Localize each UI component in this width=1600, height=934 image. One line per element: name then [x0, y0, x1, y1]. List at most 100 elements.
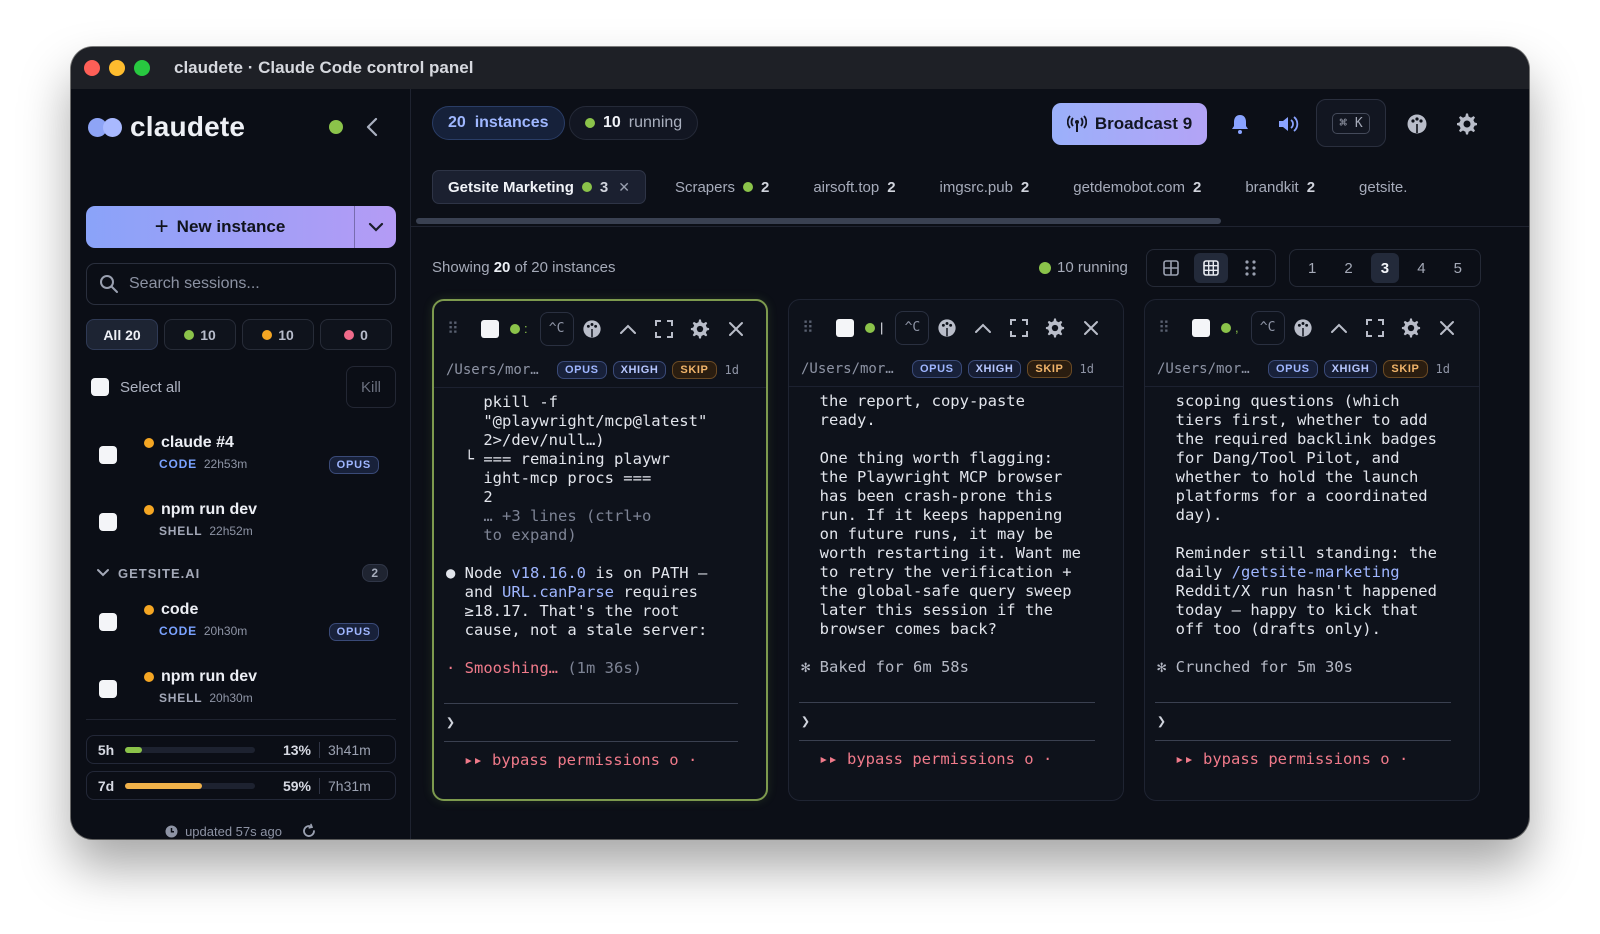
instances-count-chip[interactable]: 20 instances — [432, 106, 565, 140]
interrupt-button[interactable]: ^C — [895, 310, 930, 345]
command-palette-button[interactable]: ⌘ K — [1316, 99, 1386, 147]
collapse-sidebar-button[interactable] — [358, 113, 386, 141]
session-checkbox[interactable] — [99, 513, 117, 531]
filter-running[interactable]: 10 — [164, 319, 236, 350]
card-age: 1d — [724, 363, 739, 377]
tab-count: 3 — [599, 178, 609, 196]
instance-card[interactable]: ⠿ , ^C /Users/mor… OPUS XHIGH SKIP 1d sc… — [1144, 299, 1480, 801]
usage-track — [125, 782, 255, 789]
tab-getsite-marketing[interactable]: Getsite Marketing 3 ✕ — [432, 170, 646, 204]
tab-scrapers[interactable]: Scrapers 2 — [660, 170, 784, 204]
close-tab-icon[interactable]: ✕ — [618, 179, 630, 196]
bell-icon — [1232, 115, 1248, 134]
expand-card-button[interactable] — [1357, 318, 1393, 337]
card-toolbar: ⠿ : ^C — [434, 301, 766, 356]
layout-3x3-button[interactable] — [1194, 253, 1228, 283]
close-card-button[interactable] — [1073, 320, 1109, 336]
new-instance-dropdown-button[interactable] — [354, 206, 396, 248]
session-checkbox[interactable] — [99, 613, 117, 631]
effort-badge: XHIGH — [1323, 360, 1378, 378]
session-checkbox[interactable] — [99, 680, 117, 698]
brand: claudete — [88, 111, 245, 143]
minimize-window-button[interactable] — [109, 60, 125, 76]
page-button[interactable]: 2 — [1335, 253, 1363, 283]
theme-button[interactable] — [929, 318, 965, 338]
tabs-scrollbar[interactable] — [416, 218, 1221, 224]
session-item[interactable]: npm run dev SHELL 20h30m — [99, 668, 389, 705]
card-settings-button[interactable] — [1037, 317, 1073, 338]
settings-button[interactable] — [1446, 103, 1488, 145]
select-all-label: Select all — [120, 378, 181, 396]
running-dot — [865, 322, 875, 333]
prompt-border-bottom — [799, 740, 1095, 741]
collapse-card-button[interactable] — [965, 322, 1001, 334]
drag-handle-icon[interactable]: ⠿ — [802, 318, 822, 338]
filter-all[interactable]: All 20 — [86, 319, 158, 350]
broadcast-button[interactable]: Broadcast 9 — [1052, 103, 1207, 145]
prompt-border-bottom — [1155, 740, 1451, 741]
close-card-button[interactable] — [718, 321, 754, 337]
select-all-checkbox[interactable] — [91, 378, 109, 396]
close-card-button[interactable] — [1429, 320, 1465, 336]
tab-imgsrc[interactable]: imgsrc.pub 2 — [925, 170, 1045, 204]
search-placeholder: Search sessions... — [129, 275, 260, 292]
prompt-input[interactable]: ❯ — [801, 712, 810, 730]
close-window-button[interactable] — [84, 60, 100, 76]
theme-button[interactable] — [574, 319, 610, 339]
new-instance-main[interactable]: + New instance — [86, 206, 354, 248]
instance-card[interactable]: ⠿ | ^C /Users/mor… OPUS XHIGH SKIP 1d th… — [788, 299, 1124, 801]
session-time: 20h30m — [209, 691, 253, 705]
tab-getdemobot[interactable]: getdemobot.com 2 — [1058, 170, 1216, 204]
page-button-current[interactable]: 3 — [1370, 253, 1399, 283]
collapse-card-button[interactable] — [610, 323, 646, 335]
filter-error[interactable]: 0 — [320, 319, 392, 350]
notifications-button[interactable] — [1219, 103, 1261, 145]
tab-getsite[interactable]: getsite. — [1344, 170, 1422, 204]
drag-handle-icon[interactable]: ⠿ — [447, 319, 467, 339]
fullscreen-icon — [654, 319, 673, 338]
layout-2x2-button[interactable] — [1154, 253, 1188, 283]
usage-duration: 3h41m — [319, 741, 371, 758]
title-bar: claudete · Claude Code control panel — [71, 47, 1529, 89]
session-name: npm run dev — [161, 501, 258, 518]
card-settings-button[interactable] — [1393, 317, 1429, 338]
instance-card[interactable]: ⠿ : ^C /Users/mor… OPUS XHIGH SKIP 1d pk… — [432, 299, 768, 801]
tab-brandkit[interactable]: brandkit 2 — [1230, 170, 1330, 204]
theme-button[interactable] — [1396, 103, 1438, 145]
collapse-card-button[interactable] — [1321, 322, 1357, 334]
interrupt-button[interactable]: ^C — [1250, 310, 1285, 345]
page-button[interactable]: 1 — [1298, 253, 1326, 283]
card-checkbox[interactable] — [481, 319, 499, 338]
search-input[interactable]: Search sessions... — [86, 263, 396, 305]
group-header-getsite[interactable]: GETSITE.AI 2 — [96, 564, 388, 582]
theme-button[interactable] — [1285, 318, 1321, 338]
expand-card-button[interactable] — [1001, 318, 1037, 337]
terminal-text: (1m 36s) — [558, 659, 642, 677]
expand-card-button[interactable] — [646, 319, 682, 338]
filter-waiting[interactable]: 10 — [242, 319, 314, 350]
session-item[interactable]: code CODE 20h30m OPUS — [99, 601, 389, 641]
usage-fill — [125, 782, 202, 789]
sound-button[interactable] — [1267, 103, 1309, 145]
card-checkbox[interactable] — [836, 318, 854, 337]
tab-airsoft[interactable]: airsoft.top 2 — [798, 170, 910, 204]
card-checkbox[interactable] — [1192, 318, 1210, 337]
session-item[interactable]: claude #4 CODE 22h53m OPUS — [99, 434, 389, 474]
kill-button[interactable]: Kill — [346, 366, 396, 408]
terminal-line: 2 — [446, 488, 493, 506]
layout-dense-button[interactable] — [1234, 253, 1268, 283]
page-button[interactable]: 4 — [1407, 253, 1435, 283]
session-item[interactable]: npm run dev SHELL 22h52m — [99, 501, 389, 538]
zoom-window-button[interactable] — [134, 60, 150, 76]
session-checkbox[interactable] — [99, 446, 117, 464]
new-instance-button[interactable]: + New instance — [86, 206, 396, 248]
prompt-input[interactable]: ❯ — [446, 713, 455, 731]
card-meta: /Users/mor… OPUS XHIGH SKIP 1d — [446, 361, 756, 379]
refresh-icon[interactable] — [301, 823, 317, 839]
interrupt-button[interactable]: ^C — [539, 311, 574, 346]
page-button[interactable]: 5 — [1444, 253, 1472, 283]
card-settings-button[interactable] — [682, 318, 718, 339]
drag-handle-icon[interactable]: ⠿ — [1158, 318, 1178, 338]
running-count-chip[interactable]: 10 running — [569, 106, 699, 140]
prompt-input[interactable]: ❯ — [1157, 712, 1166, 730]
